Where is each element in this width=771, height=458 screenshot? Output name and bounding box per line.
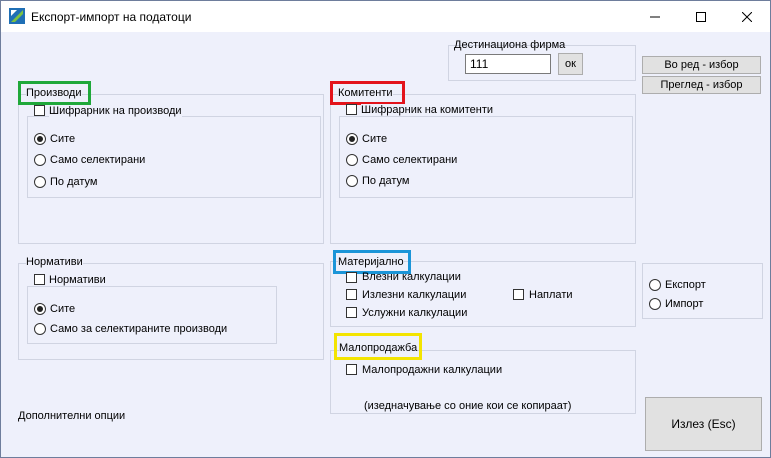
app-logo-icon [9, 8, 25, 24]
products-radio-selected[interactable] [34, 154, 46, 166]
main-window: Експорт-импорт на податоци Дестинациона … [0, 0, 771, 458]
norms-radio-all-label: Сите [50, 303, 76, 315]
payments-checkbox[interactable] [513, 289, 524, 300]
service-calculations-label: Услужни калкулации [362, 307, 468, 319]
partners-radio-by-date[interactable] [346, 175, 358, 187]
import-radio[interactable] [649, 298, 661, 310]
material-title: Материјално [338, 256, 404, 268]
norms-inner-group [27, 286, 277, 344]
products-radio-selected-label: Само селектирани [50, 154, 146, 166]
products-radio-by-date-label: По датум [50, 176, 98, 188]
exit-button[interactable]: Излез (Esc) [645, 397, 762, 451]
norms-checkbox-label: Нормативи [49, 274, 106, 286]
ok-button[interactable]: ок [558, 53, 583, 75]
products-radio-all-label: Сите [50, 133, 76, 145]
products-title: Производи [26, 87, 82, 99]
close-button[interactable] [724, 1, 770, 32]
maximize-button[interactable] [678, 1, 724, 32]
row-select-button[interactable]: Во ред - избор [642, 56, 761, 74]
output-calculations-label: Излезни калкулации [362, 289, 467, 301]
input-calculations-checkbox[interactable] [346, 272, 357, 283]
additional-options-label: Дополнителни опции [18, 410, 126, 422]
partners-radio-all-label: Сите [362, 133, 388, 145]
partners-radio-selected-label: Само селектирани [362, 154, 458, 166]
maximize-icon [696, 11, 706, 22]
retail-note: (изедначување со оние кои се копираат) [364, 400, 572, 412]
products-radio-all[interactable] [34, 133, 46, 145]
title-bar: Експорт-импорт на податоци [1, 1, 770, 32]
destination-company-input[interactable]: 111 [465, 54, 551, 74]
input-calculations-label: Влезни калкулации [362, 271, 461, 283]
minimize-button[interactable] [632, 1, 678, 32]
norms-title: Нормативи [26, 256, 83, 268]
direction-group [642, 263, 763, 319]
partners-code-checkbox[interactable] [346, 104, 357, 115]
service-calculations-checkbox[interactable] [346, 307, 357, 318]
partners-radio-by-date-label: По датум [362, 175, 410, 187]
partners-code-label: Шифрарник на комитенти [361, 104, 494, 116]
retail-calculations-label: Малопродажни калкулации [362, 364, 503, 376]
products-code-checkbox[interactable] [34, 105, 45, 116]
window-title: Експорт-импорт на податоци [31, 10, 192, 24]
partners-radio-selected[interactable] [346, 154, 358, 166]
output-calculations-checkbox[interactable] [346, 289, 357, 300]
retail-title: Малопродажба [339, 342, 418, 354]
preview-select-button[interactable]: Преглед - избор [642, 76, 761, 94]
close-icon [742, 11, 752, 22]
minimize-icon [650, 16, 660, 17]
norms-radio-all[interactable] [34, 303, 46, 315]
export-radio-label: Експорт [665, 279, 706, 291]
import-radio-label: Импорт [665, 298, 704, 310]
retail-calculations-checkbox[interactable] [346, 364, 357, 375]
products-code-label: Шифрарник на производи [49, 105, 182, 117]
norms-checkbox[interactable] [34, 274, 45, 285]
destination-label: Дестинациона фирма [454, 39, 566, 51]
products-radio-by-date[interactable] [34, 176, 46, 188]
norms-radio-selected-products-label: Само за селектираните производи [50, 323, 228, 335]
partners-title: Комитенти [338, 87, 393, 99]
export-radio[interactable] [649, 279, 661, 291]
payments-label: Наплати [529, 289, 573, 301]
norms-radio-selected-products[interactable] [34, 323, 46, 335]
partners-radio-all[interactable] [346, 133, 358, 145]
